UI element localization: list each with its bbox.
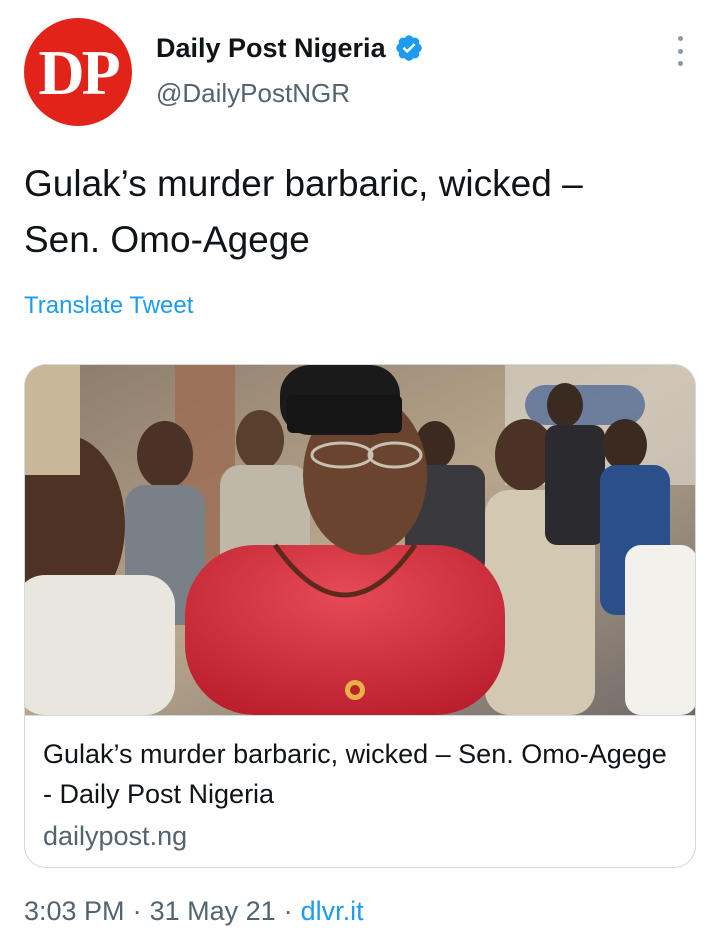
more-options-icon[interactable]	[670, 34, 690, 68]
card-domain: dailypost.ng	[43, 821, 188, 851]
tweet-text: Gulak’s murder barbaric, wicked – Sen. O…	[24, 163, 583, 260]
display-name[interactable]: Daily Post Nigeria	[156, 33, 386, 64]
more-dot	[677, 48, 683, 54]
card-body: Gulak’s murder barbaric, wicked – Sen. O…	[25, 716, 695, 856]
card-photo	[25, 365, 695, 715]
user-handle[interactable]: @DailyPostNGR	[156, 78, 424, 109]
tweet: DP Daily Post Nigeria @DailyPostNGR Gula…	[0, 0, 720, 942]
card-title[interactable]: Gulak’s murder barbaric, wicked – Sen. O…	[43, 734, 677, 814]
more-dot	[677, 36, 683, 41]
more-dot	[677, 61, 683, 66]
link-card[interactable]: Gulak’s murder barbaric, wicked – Sen. O…	[24, 364, 696, 868]
meta-separator: ·	[132, 896, 142, 926]
avatar-logo-text: DP	[38, 37, 120, 108]
translate-tweet-link[interactable]: Translate Tweet	[24, 292, 193, 320]
verified-badge-icon	[394, 33, 424, 63]
card-image[interactable]	[25, 365, 695, 716]
tweet-time[interactable]: 3:03 PM	[24, 896, 125, 927]
avatar[interactable]: DP	[24, 18, 132, 126]
meta-separator: ·	[283, 896, 293, 926]
user-info: Daily Post Nigeria @DailyPostNGR	[156, 28, 424, 109]
display-name-row: Daily Post Nigeria	[156, 28, 424, 68]
tweet-meta: 3:03 PM · 31 May 21 · dlvr.it	[24, 896, 364, 927]
tweet-date[interactable]: 31 May 21	[150, 896, 276, 927]
tweet-source[interactable]: dlvr.it	[301, 896, 364, 927]
